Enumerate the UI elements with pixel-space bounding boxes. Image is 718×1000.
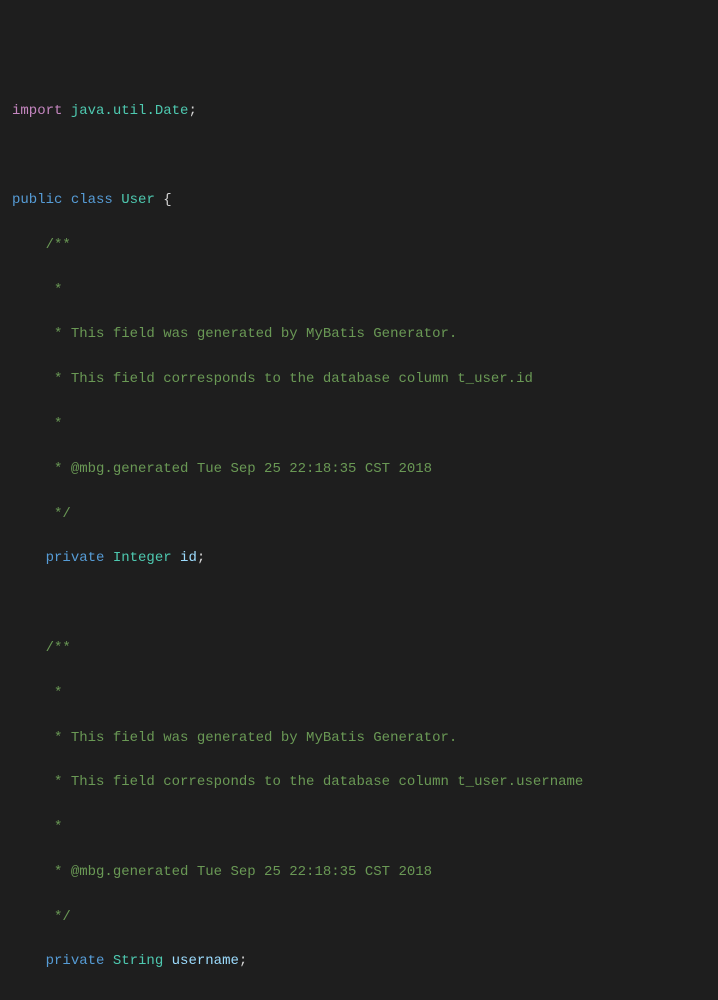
private-keyword: private xyxy=(46,550,105,566)
comment-star: * xyxy=(12,682,706,704)
blank-line xyxy=(12,592,706,614)
field-username-declaration: private String username; xyxy=(12,950,706,972)
comment-mbg: * @mbg.generated Tue Sep 25 22:18:35 CST… xyxy=(12,861,706,883)
import-line: import java.util.Date; xyxy=(12,100,706,122)
field-id-declaration: private Integer id; xyxy=(12,547,706,569)
comment-generated: * This field was generated by MyBatis Ge… xyxy=(12,323,706,345)
type-integer: Integer xyxy=(113,550,172,566)
class-declaration: public class User { xyxy=(12,189,706,211)
field-username: username xyxy=(172,953,239,969)
comment-mbg: * @mbg.generated Tue Sep 25 22:18:35 CST… xyxy=(12,458,706,480)
import-keyword: import xyxy=(12,103,62,119)
class-keyword: class xyxy=(71,192,113,208)
private-keyword: private xyxy=(46,953,105,969)
field-id: id xyxy=(180,550,197,566)
comment-open: /** xyxy=(12,637,706,659)
comment-close: */ xyxy=(12,906,706,928)
comment-column-username: * This field corresponds to the database… xyxy=(12,771,706,793)
comment-star: * xyxy=(12,816,706,838)
comment-generated: * This field was generated by MyBatis Ge… xyxy=(12,727,706,749)
comment-star: * xyxy=(12,279,706,301)
public-keyword: public xyxy=(12,192,62,208)
comment-close: */ xyxy=(12,503,706,525)
class-name: User xyxy=(121,192,155,208)
comment-column-id: * This field corresponds to the database… xyxy=(12,368,706,390)
code-editor: import java.util.Date; public class User… xyxy=(12,100,706,973)
comment-open: /** xyxy=(12,234,706,256)
comment-star: * xyxy=(12,413,706,435)
import-package: java.util.Date xyxy=(71,103,189,119)
type-string: String xyxy=(113,953,163,969)
blank-line xyxy=(12,144,706,166)
